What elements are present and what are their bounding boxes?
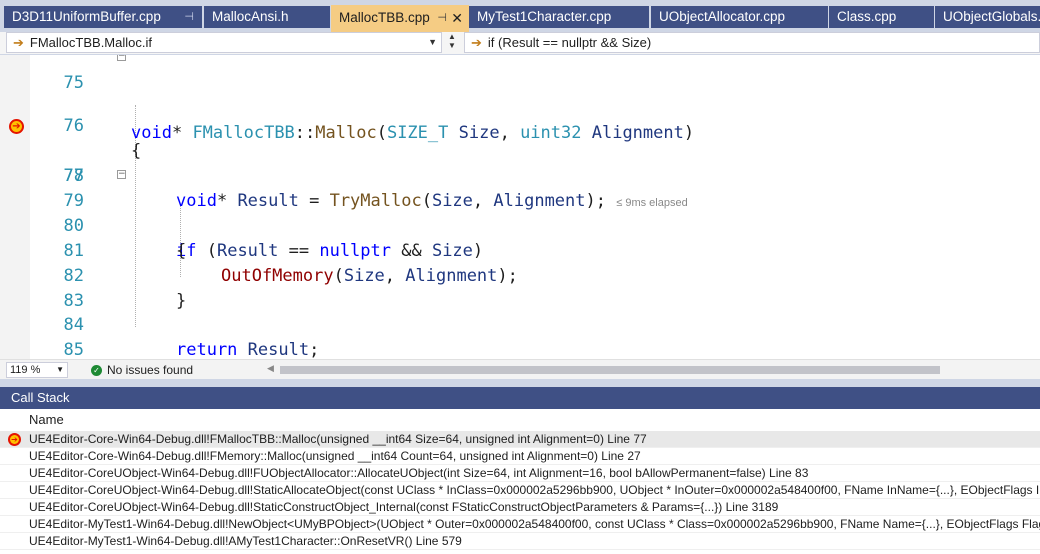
current-frame-arrow-icon: ➔ <box>8 433 21 446</box>
call-stack-row[interactable]: UE4Editor-Core-Win64-Debug.dll!FMemory::… <box>0 448 1040 465</box>
issues-status[interactable]: No issues found <box>107 363 193 377</box>
pin-icon[interactable]: ⊣ <box>184 6 194 28</box>
code-line: 80 { <box>0 189 1040 261</box>
scope-label: FMallocTBB.Malloc.if <box>29 35 152 50</box>
call-stack-row[interactable]: UE4Editor-CoreUObject-Win64-Debug.dll!St… <box>0 499 1040 516</box>
chevron-down-icon[interactable]: ▼ <box>428 33 437 52</box>
close-icon[interactable]: ✕ <box>451 5 463 31</box>
tab-mytest1character[interactable]: MyTest1Character.cpp <box>469 6 649 28</box>
code-line: 82 } <box>0 239 1040 311</box>
member-label: if (Result == nullptr && Size) <box>487 35 652 50</box>
code-line: 78 <box>0 139 1040 186</box>
tab-mallocansi[interactable]: MallocAnsi.h <box>204 6 330 28</box>
code-line: 79 − if (Result == nullptr && Size) <box>0 164 1040 262</box>
call-stack-row[interactable]: UE4Editor-MyTest1-Win64-Debug.dll!AMyTes… <box>0 533 1040 550</box>
horizontal-scrollbar[interactable] <box>280 366 940 374</box>
pin-icon[interactable]: ⊣ <box>437 5 447 31</box>
current-statement-breakpoint-icon[interactable]: ➔ <box>9 119 24 134</box>
name-column-header[interactable]: Name <box>0 409 1040 432</box>
tab-label: Class.cpp <box>837 9 897 24</box>
code-editor[interactable]: 75 − void* FMallocTBB::Malloc(SIZE_T Siz… <box>0 55 1040 359</box>
code-line: 85 } <box>0 313 1040 359</box>
arrow-right-icon: ➔ <box>471 35 482 50</box>
scroll-left-arrow[interactable]: ◀ <box>267 363 274 374</box>
tab-label: D3D11UniformBuffer.cpp <box>12 9 161 24</box>
call-stack-row[interactable]: UE4Editor-CoreUObject-Win64-Debug.dll!FU… <box>0 465 1040 482</box>
member-dropdown[interactable]: ➔ if (Result == nullptr && Size) <box>464 32 1040 53</box>
fold-toggle[interactable]: − <box>117 170 126 179</box>
editor-status-bar: 119 % ▼ ✓ No issues found ◀ <box>0 359 1040 380</box>
call-stack-row[interactable]: ➔ UE4Editor-Core-Win64-Debug.dll!FMalloc… <box>0 431 1040 448</box>
code-line-current: ➔ 77 void* Result = TryMalloc(Size, Alig… <box>0 114 1040 211</box>
call-stack-header: Call Stack <box>0 387 1040 409</box>
nav-spinner[interactable]: ▲ ▼ <box>445 32 459 53</box>
check-circle-icon: ✓ <box>91 365 102 376</box>
code-line: 76 { <box>0 89 1040 161</box>
tab-d3d11uniformbuffer[interactable]: D3D11UniformBuffer.cpp ⊣ <box>4 6 202 28</box>
zoom-label: 119 % <box>10 364 41 376</box>
document-tab-bar: D3D11UniformBuffer.cpp ⊣ MallocAnsi.h Ma… <box>0 0 1040 32</box>
tab-label: MallocTBB.cpp <box>339 10 430 25</box>
tab-class[interactable]: Class.cpp <box>829 6 934 28</box>
call-stack-row[interactable]: UE4Editor-MyTest1-Win64-Debug.dll!NewObj… <box>0 516 1040 533</box>
code-line: 81 OutOfMemory(Size, Alignment); <box>0 214 1040 286</box>
tab-uobjectglobals[interactable]: UObjectGlobals.h <box>935 6 1040 28</box>
chevron-down-icon: ▼ <box>56 365 64 374</box>
scope-dropdown[interactable]: ➔ FMallocTBB.Malloc.if ▼ <box>6 32 442 53</box>
code-line: 83 <box>0 264 1040 311</box>
tab-label: MallocAnsi.h <box>212 9 289 24</box>
tab-label: MyTest1Character.cpp <box>477 9 612 24</box>
tab-label: UObjectGlobals.h <box>943 9 1040 24</box>
code-line: 75 − void* FMallocTBB::Malloc(SIZE_T Siz… <box>0 55 1040 143</box>
navigation-bar: ➔ FMallocTBB.Malloc.if ▼ ▲ ▼ ➔ if (Result =… <box>0 32 1040 55</box>
panel-splitter[interactable] <box>0 379 1040 387</box>
tab-malloctbb[interactable]: MallocTBB.cpp ⊣ ✕ <box>331 5 469 32</box>
call-stack-panel: Name ➔ UE4Editor-Core-Win64-Debug.dll!FM… <box>0 409 1040 554</box>
zoom-dropdown[interactable]: 119 % ▼ <box>6 362 68 378</box>
code-line: 84 return Result; <box>0 288 1040 359</box>
code-line: 86 <box>0 338 1040 359</box>
call-stack-row[interactable]: UE4Editor-CoreUObject-Win64-Debug.dll!St… <box>0 482 1040 499</box>
tab-uobjectallocator[interactable]: UObjectAllocator.cpp <box>651 6 828 28</box>
fold-toggle[interactable]: − <box>117 55 126 61</box>
tab-label: UObjectAllocator.cpp <box>659 9 786 24</box>
arrow-right-icon: ➔ <box>13 35 24 50</box>
